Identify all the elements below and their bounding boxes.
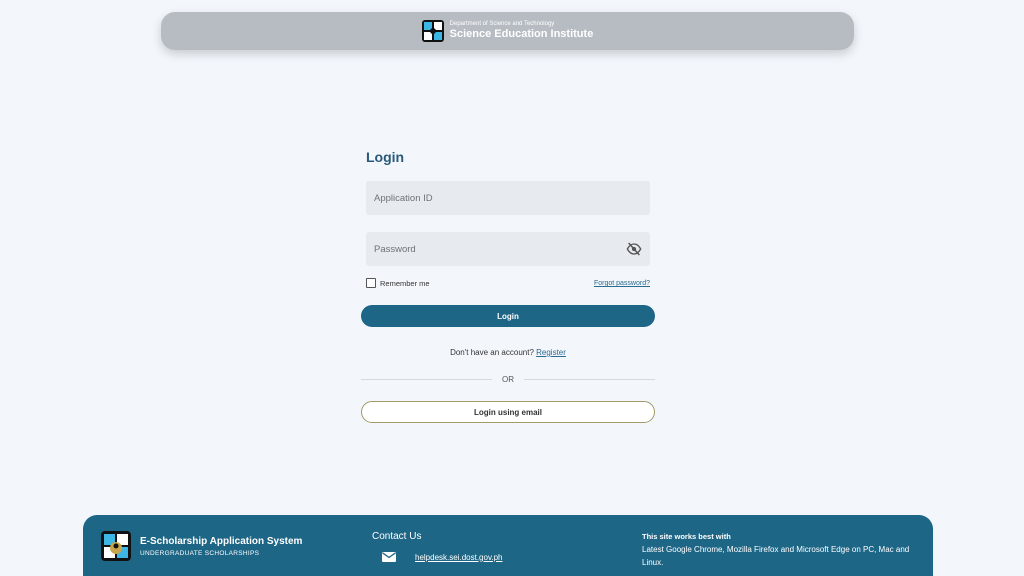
browser-support-title: This site works best with	[642, 532, 731, 541]
remember-me-label: Remember me	[380, 278, 430, 288]
org-subtitle: Department of Science and Technology	[449, 21, 555, 27]
or-text: OR	[502, 375, 514, 384]
browser-support-text: Latest Google Chrome, Mozilla Firefox an…	[642, 545, 910, 567]
system-title: E-Scholarship Application System	[140, 535, 303, 547]
application-id-field[interactable]	[366, 181, 650, 215]
password-input[interactable]	[374, 243, 626, 255]
footer-brand: E-Scholarship Application System UNDERGR…	[101, 531, 302, 561]
dost-logo-icon	[421, 20, 444, 42]
login-email-button[interactable]: Login using email	[361, 401, 655, 423]
sei-logo-icon	[101, 531, 131, 561]
register-prompt: Don't have an account? Register	[361, 348, 655, 357]
org-title: Science Education Institute	[449, 28, 594, 40]
contact-title: Contact Us	[372, 531, 422, 542]
password-field[interactable]	[366, 232, 650, 266]
login-button[interactable]: Login	[361, 305, 655, 327]
contact-email-link[interactable]: helpdesk.sei.dost.gov.ph	[415, 553, 502, 562]
register-link[interactable]: Register	[536, 348, 566, 357]
application-id-input[interactable]	[374, 192, 642, 204]
eye-slash-icon[interactable]	[626, 241, 642, 257]
forgot-password-link[interactable]: Forgot password?	[594, 280, 650, 287]
mail-icon	[382, 552, 396, 562]
header-brand[interactable]: Department of Science and Technology Sci…	[421, 20, 594, 42]
system-subtitle: UNDERGRADUATE SCHOLARSHIPS	[140, 549, 260, 557]
contact-email-row: helpdesk.sei.dost.gov.ph	[382, 552, 502, 562]
divider-line-left	[361, 379, 492, 380]
remember-me[interactable]: Remember me	[366, 278, 430, 288]
header-bar: Department of Science and Technology Sci…	[161, 12, 854, 50]
no-account-text: Don't have an account?	[450, 348, 534, 357]
login-title: Login	[366, 149, 405, 165]
or-divider: OR	[361, 375, 655, 384]
remember-me-checkbox[interactable]	[366, 278, 376, 288]
footer: E-Scholarship Application System UNDERGR…	[83, 515, 933, 576]
divider-line-right	[524, 379, 655, 380]
